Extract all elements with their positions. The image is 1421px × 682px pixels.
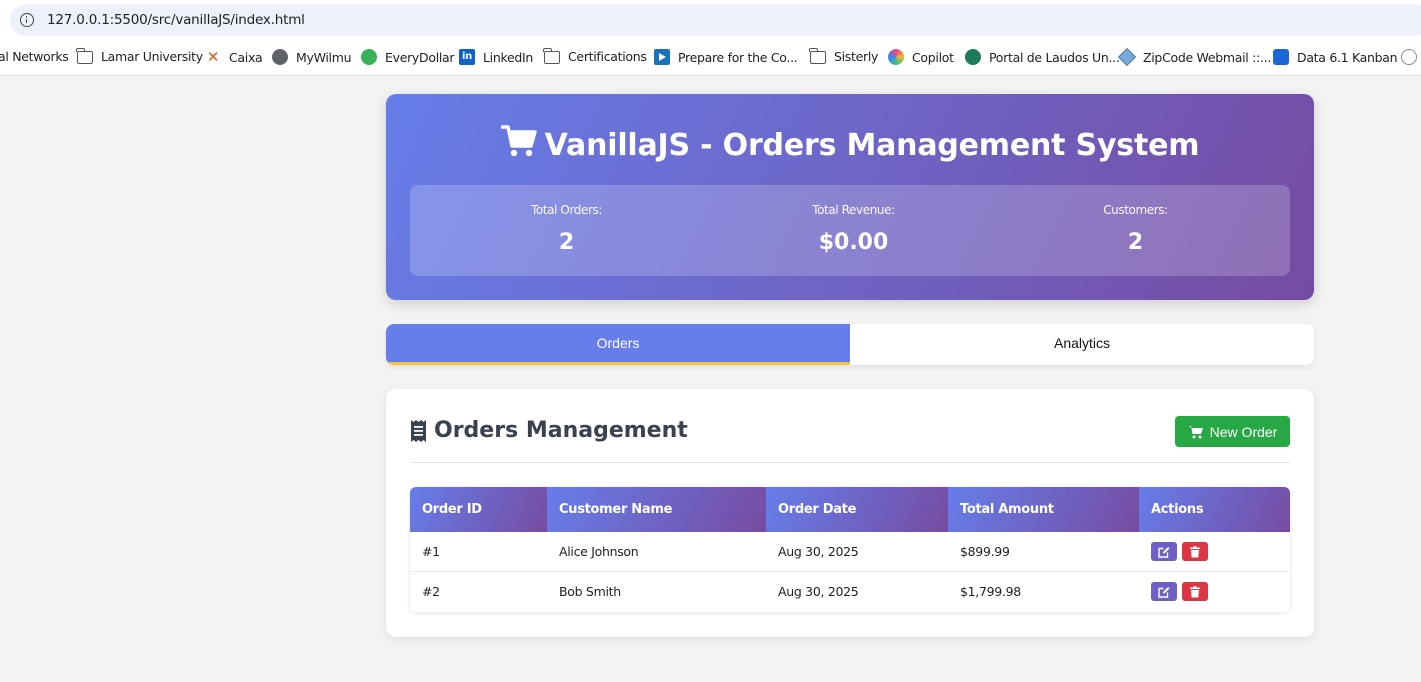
new-order-label: New Order [1209,423,1278,440]
column-header-order-date[interactable]: Order Date [766,487,948,532]
orders-panel: Orders Management New Order Order ID Cus… [386,389,1314,637]
bookmark-certifications[interactable]: Certifications [543,47,647,64]
browser-address-bar: 127.0.0.1:5500/src/vanillaJS/index.html [0,0,1421,40]
stat-value: $0.00 [818,230,889,255]
bookmark-label: EveryDollar [385,49,455,65]
column-header-actions: Actions [1139,487,1290,532]
app-title-text: VanillaJS - Orders Management System [544,128,1200,163]
customer-name-cell: Alice Johnson [559,544,639,559]
site-info-icon[interactable] [20,13,34,27]
stat-total-orders: Total Orders: 2 [420,185,713,276]
folder-icon [76,47,93,64]
total-amount-cell: $1,799.98 [960,584,1021,599]
linkedin-icon: in [459,49,475,65]
bookmark-zipcode-webmail[interactable]: ZipCode Webmail ::... [1117,47,1271,67]
new-order-button[interactable]: New Order [1175,416,1290,447]
edit-icon [1158,586,1170,598]
trash-icon [1190,545,1200,557]
kanban-icon [1273,49,1289,65]
delete-order-button[interactable] [1182,542,1208,561]
url-text[interactable]: 127.0.0.1:5500/src/vanillaJS/index.html [47,12,305,28]
divider [410,462,1290,463]
stats-panel: Total Orders: 2 Total Revenue: $0.00 Cus… [410,185,1290,276]
bookmark-overflow[interactable] [1401,49,1421,65]
portal-icon [965,49,981,65]
video-icon [654,49,670,65]
bookmark-label: Copilot [912,49,954,65]
bookmark-label: Prepare for the Co... [678,49,798,65]
stat-label: Customers: [1103,203,1168,217]
bookmarks-bar: al Networks Lamar University ✕ Caixa MyWi… [0,40,1421,76]
bookmark-label: Sisterly [834,49,879,64]
app-title: VanillaJS - Orders Management System [386,124,1314,163]
folder-icon [809,47,826,64]
tab-orders[interactable]: Orders [386,324,850,365]
bookmark-data-kanban[interactable]: Data 6.1 Kanban [1273,49,1398,65]
panel-title: Orders Management [410,418,688,443]
folder-icon [543,47,560,64]
bookmark-label: al Networks [0,49,69,64]
trash-icon [1190,585,1200,597]
table-row: #1 Alice Johnson Aug 30, 2025 $899.99 [410,532,1290,572]
bookmark-linkedin[interactable]: in LinkedIn [459,49,533,65]
table-header: Order ID Customer Name Order Date Total … [410,487,1290,532]
edit-icon [1158,546,1170,558]
stat-total-revenue: Total Revenue: $0.00 [707,185,1000,276]
edit-order-button[interactable] [1151,582,1177,601]
stat-customers: Customers: 2 [989,185,1282,276]
column-header-customer-name[interactable]: Customer Name [547,487,766,532]
app-header: VanillaJS - Orders Management System Tot… [386,94,1314,300]
bookmark-label: ZipCode Webmail ::... [1143,49,1271,65]
column-header-total-amount[interactable]: Total Amount [948,487,1139,532]
table-row: #2 Bob Smith Aug 30, 2025 $1,799.98 [410,572,1290,612]
tab-analytics[interactable]: Analytics [850,324,1314,365]
bookmark-label: Portal de Laudos Un... [989,49,1120,65]
delete-order-button[interactable] [1182,582,1208,601]
bookmark-lamar-university[interactable]: Lamar University [76,47,203,64]
globe-icon [272,49,288,65]
site-icon [1401,49,1417,65]
bookmark-mywilmu[interactable]: MyWilmu [272,49,352,65]
customer-name-cell: Bob Smith [559,584,621,599]
stat-value: 2 [558,230,575,255]
bookmark-label: Lamar University [101,49,203,64]
bookmark-copilot[interactable]: Copilot [888,49,954,65]
tab-bar: Orders Analytics [386,324,1314,365]
bookmark-everydollar[interactable]: EveryDollar [361,49,455,65]
total-amount-cell: $899.99 [960,544,1010,559]
everydollar-icon [361,49,377,65]
bookmark-prepare[interactable]: Prepare for the Co... [654,49,798,65]
order-id-cell: #2 [422,584,440,599]
panel-title-text: Orders Management [434,418,688,443]
bookmark-label: Data 6.1 Kanban [1297,49,1398,65]
bookmark-label: MyWilmu [296,49,352,65]
bookmark-caixa[interactable]: ✕ Caixa [205,48,263,66]
edit-order-button[interactable] [1151,542,1177,561]
bookmark-label: Certifications [568,49,647,64]
receipt-icon [411,419,426,442]
caixa-icon: ✕ [206,48,220,66]
stat-label: Total Orders: [530,203,603,217]
orders-table: Order ID Customer Name Order Date Total … [410,487,1290,612]
bookmark-label: Caixa [229,49,263,65]
cart-icon [500,125,537,157]
cart-icon [1188,425,1203,438]
order-date-cell: Aug 30, 2025 [778,584,859,599]
copilot-icon [888,49,904,65]
stat-label: Total Revenue: [812,203,895,217]
stat-value: 2 [1127,230,1144,255]
bookmark-label: LinkedIn [483,49,533,65]
order-id-cell: #1 [422,544,440,559]
order-date-cell: Aug 30, 2025 [778,544,859,559]
zipcode-icon [1117,47,1137,67]
bookmark-networks[interactable]: al Networks [0,49,69,64]
bookmark-sisterly[interactable]: Sisterly [809,47,879,64]
column-header-order-id[interactable]: Order ID [410,487,547,532]
bookmark-portal-de-laudos[interactable]: Portal de Laudos Un... [965,49,1120,65]
url-field[interactable]: 127.0.0.1:5500/src/vanillaJS/index.html [10,4,1421,36]
